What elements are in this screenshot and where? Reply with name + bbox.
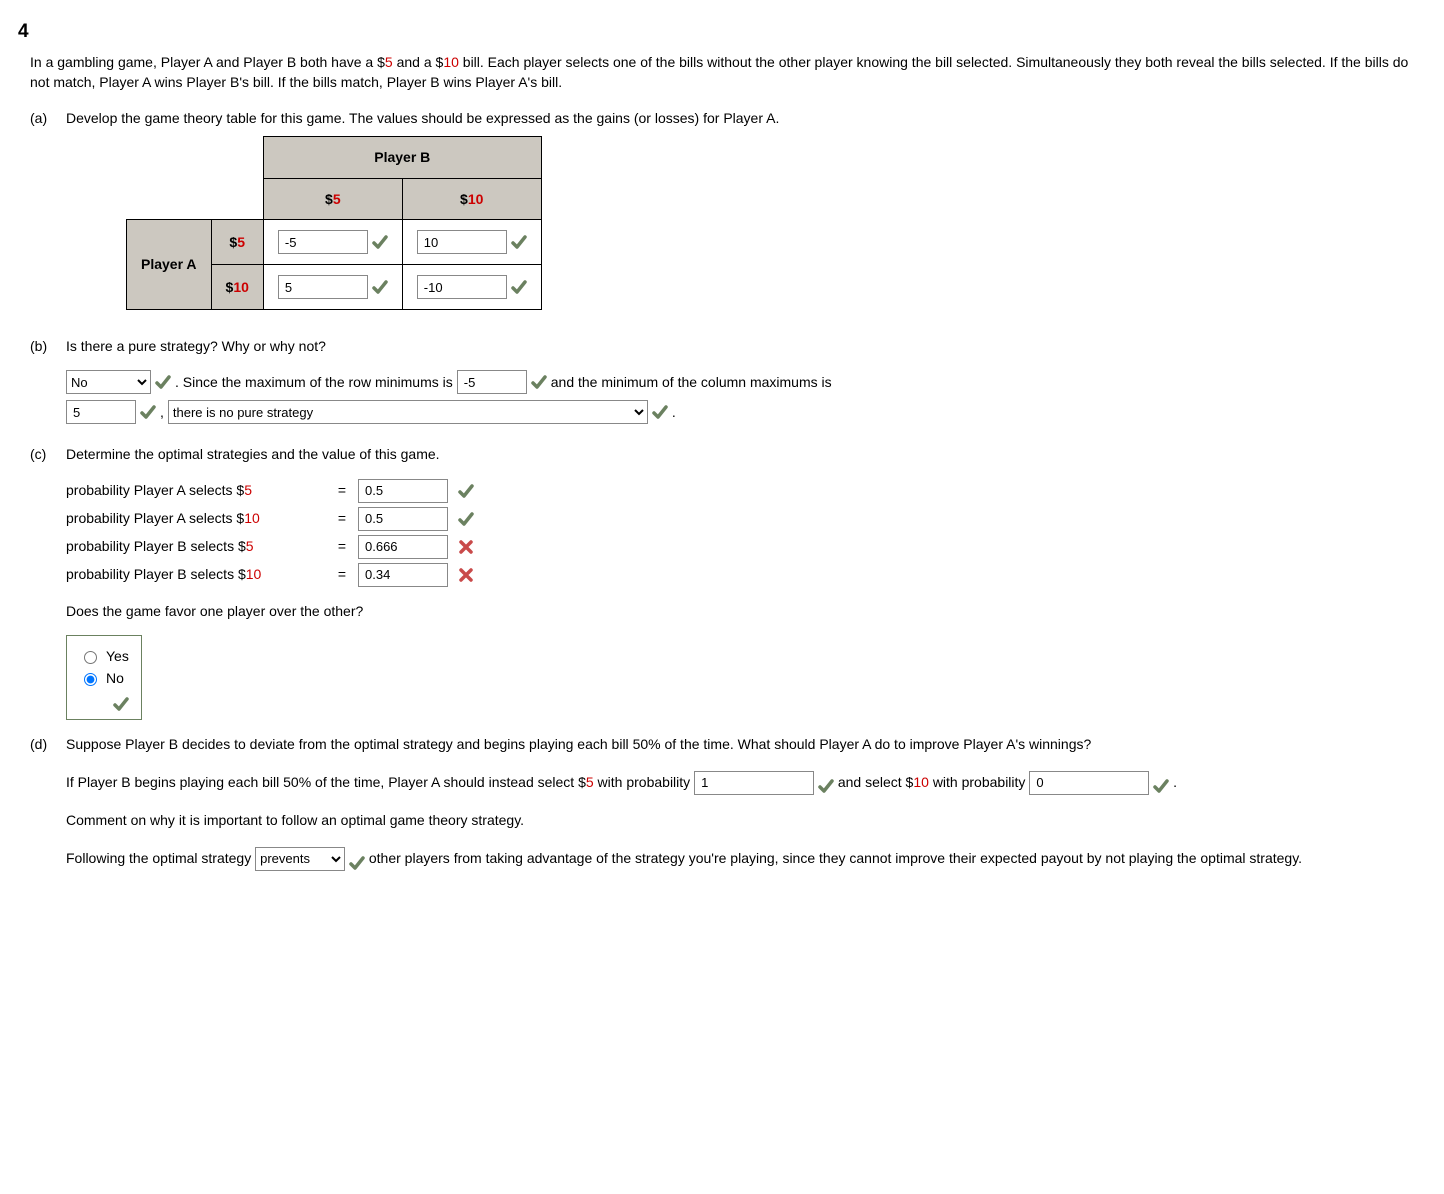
row-title: Player A	[127, 220, 212, 310]
row-min-max-input[interactable]	[457, 370, 527, 394]
game-theory-table: Player B $5 $10 Player A $5	[126, 136, 542, 310]
follow-select[interactable]: prevents	[255, 847, 345, 871]
check-icon	[155, 374, 171, 390]
stem-text: and a $	[393, 54, 444, 70]
payoff-input-1-1[interactable]	[417, 275, 507, 299]
check-icon	[531, 374, 547, 390]
col-header: $5	[263, 178, 402, 219]
text: ,	[160, 402, 164, 422]
dollar-amount: 5	[385, 54, 393, 70]
prob-a5-input[interactable]	[358, 479, 448, 503]
col-max-min-input[interactable]	[66, 400, 136, 424]
favor-radio-group: Yes No	[66, 635, 142, 720]
check-icon	[652, 404, 668, 420]
p10-input[interactable]	[1029, 771, 1149, 795]
col-title: Player B	[263, 137, 541, 178]
part-a: (a) Develop the game theory table for th…	[30, 108, 1414, 322]
pure-strategy-select[interactable]: No	[66, 370, 151, 394]
p5-input[interactable]	[694, 771, 814, 795]
prob-row: probability Player A selects $10 =	[66, 507, 1414, 531]
check-icon	[511, 279, 527, 295]
comment-prompt: Comment on why it is important to follow…	[66, 810, 1414, 830]
text: and the minimum of the column maximums i…	[551, 372, 832, 392]
dollar-amount: 10	[443, 54, 459, 70]
question-stem: In a gambling game, Player A and Player …	[30, 52, 1414, 93]
favor-question: Does the game favor one player over the …	[66, 601, 1414, 621]
part-c: (c) Determine the optimal strategies and…	[30, 444, 1414, 719]
check-icon	[349, 852, 365, 868]
part-a-prompt: Develop the game theory table for this g…	[66, 108, 1414, 128]
check-icon	[140, 404, 156, 420]
cross-icon	[458, 567, 474, 583]
text: .	[672, 402, 676, 422]
check-icon	[511, 234, 527, 250]
check-icon	[818, 775, 834, 791]
part-b: (b) Is there a pure strategy? Why or why…	[30, 336, 1414, 430]
text: . Since the maximum of the row minimums …	[175, 372, 453, 392]
part-d: (d) Suppose Player B decides to deviate …	[30, 734, 1414, 873]
comment-answer: Following the optimal strategy prevents …	[66, 844, 1414, 872]
favor-yes-radio[interactable]	[84, 651, 97, 664]
payoff-input-0-0[interactable]	[278, 230, 368, 254]
check-icon	[1153, 775, 1169, 791]
part-label: (b)	[30, 336, 54, 430]
stem-text: In a gambling game, Player A and Player …	[30, 54, 385, 70]
check-icon	[458, 511, 474, 527]
reason-select[interactable]: there is no pure strategy	[168, 400, 648, 424]
prob-row: probability Player B selects $10 =	[66, 563, 1414, 587]
row-header: $10	[211, 265, 263, 310]
part-c-prompt: Determine the optimal strategies and the…	[66, 444, 1414, 464]
prob-a10-input[interactable]	[358, 507, 448, 531]
col-header: $10	[402, 178, 541, 219]
prob-row: probability Player A selects $5 =	[66, 479, 1414, 503]
part-b-prompt: Is there a pure strategy? Why or why not…	[66, 336, 1414, 356]
favor-no-radio[interactable]	[84, 673, 97, 686]
question-number: 4	[18, 18, 1414, 46]
radio-label: No	[106, 668, 124, 688]
prob-row: probability Player B selects $5 =	[66, 535, 1414, 559]
check-icon	[372, 234, 388, 250]
check-icon	[113, 696, 129, 712]
cross-icon	[458, 539, 474, 555]
prob-b10-input[interactable]	[358, 563, 448, 587]
part-d-answer: If Player B begins playing each bill 50%…	[66, 768, 1414, 796]
part-label: (a)	[30, 108, 54, 322]
probability-rows: probability Player A selects $5 = probab…	[66, 479, 1414, 587]
radio-label: Yes	[106, 646, 129, 666]
check-icon	[372, 279, 388, 295]
row-header: $5	[211, 220, 263, 265]
check-icon	[458, 483, 474, 499]
part-d-prompt: Suppose Player B decides to deviate from…	[66, 734, 1414, 754]
payoff-input-1-0[interactable]	[278, 275, 368, 299]
part-label: (c)	[30, 444, 54, 719]
part-label: (d)	[30, 734, 54, 873]
payoff-input-0-1[interactable]	[417, 230, 507, 254]
prob-b5-input[interactable]	[358, 535, 448, 559]
